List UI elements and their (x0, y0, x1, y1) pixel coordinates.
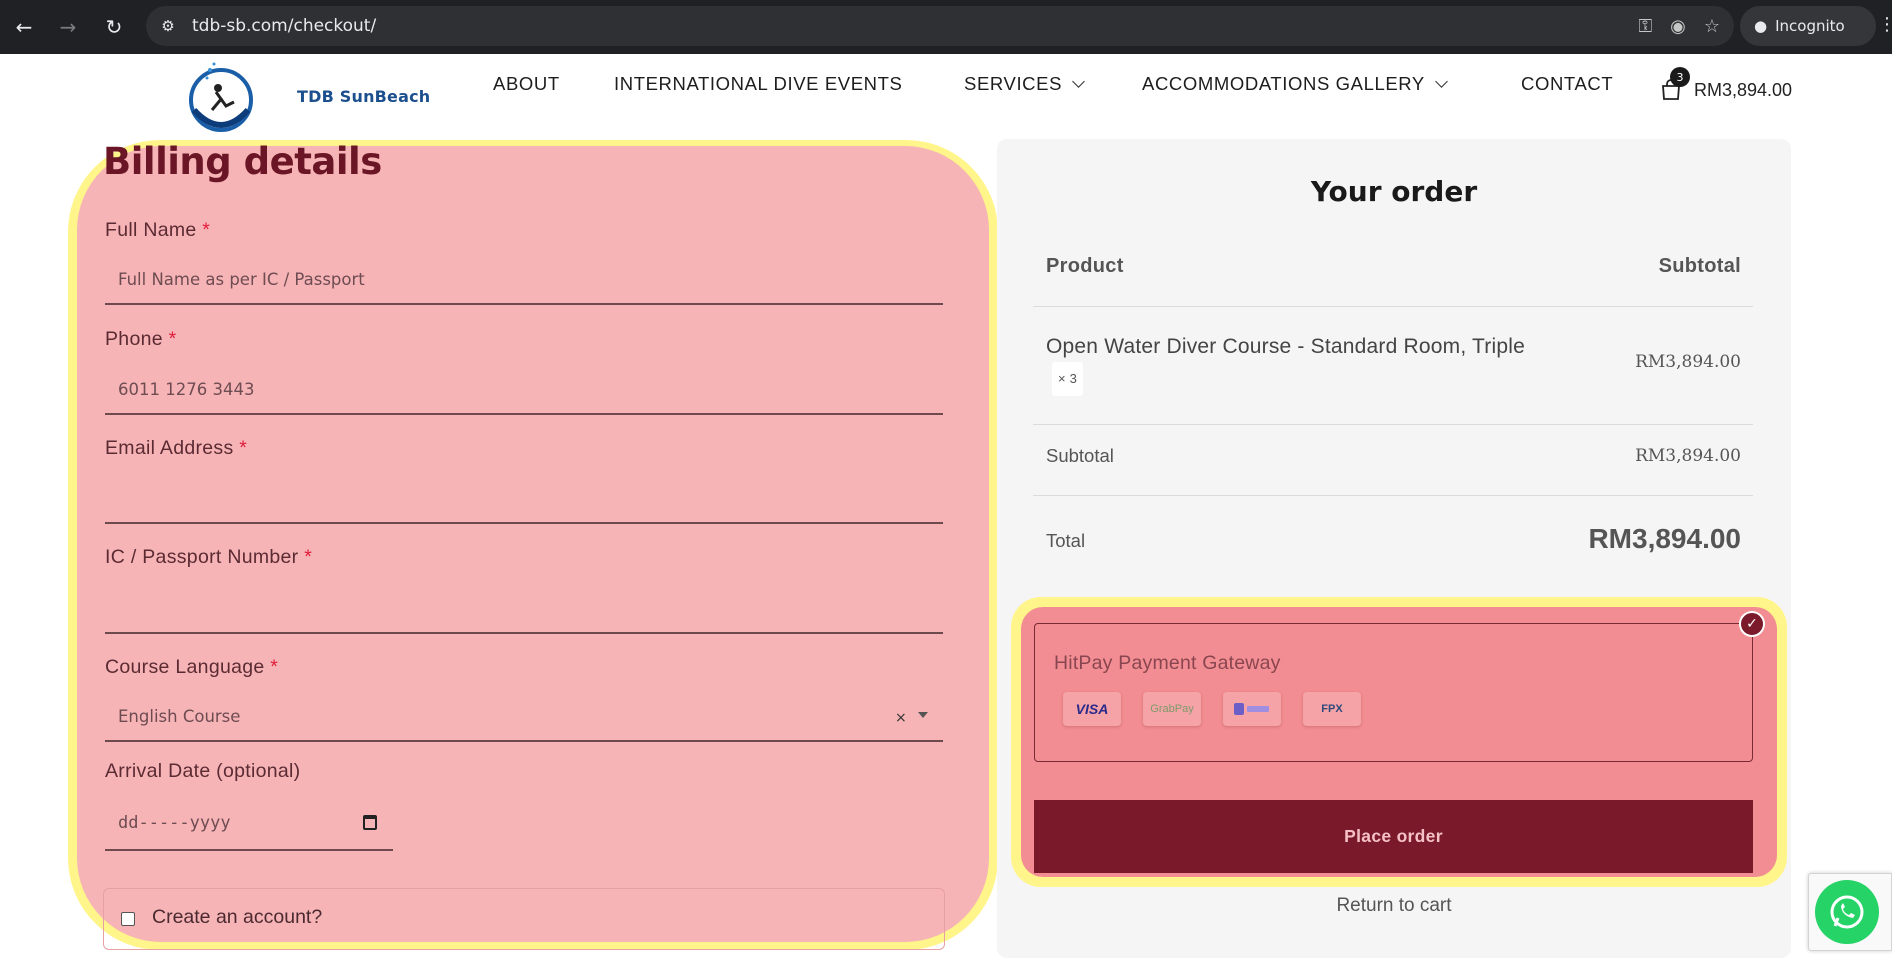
menu-item-services[interactable]: SERVICES (964, 73, 1085, 95)
menu-label: ACCOMMODATIONS GALLERY (1142, 73, 1425, 94)
subtotal-label: Subtotal (1046, 445, 1114, 466)
email-underline (105, 522, 943, 524)
order-title: Your order (1310, 175, 1478, 208)
col-subtotal: Subtotal (1658, 255, 1741, 277)
bookmark-star-icon[interactable]: ☆ (1704, 16, 1720, 37)
site-header: TDB SunBeach ABOUT INTERNATIONAL DIVE EV… (0, 54, 1892, 138)
gateway-name[interactable]: HitPay Payment Gateway (1054, 652, 1281, 675)
chevron-down-icon (1072, 74, 1085, 88)
arrival-date-underline (105, 849, 393, 851)
password-key-icon[interactable]: ⚿ (1638, 16, 1652, 37)
subtotal-value: RM3,894.00 (1635, 446, 1741, 466)
label-text: Email Address (105, 437, 234, 459)
phone-underline (105, 413, 943, 415)
ic-passport-input[interactable] (118, 597, 938, 627)
arrival-date-label: Arrival Date (optional) (105, 760, 301, 782)
divider (1033, 424, 1753, 425)
required-mark: * (239, 437, 248, 459)
header-cart[interactable]: 3 RM3,894.00 (1660, 67, 1793, 101)
url-text[interactable]: tdb-sb.com/checkout/ (192, 16, 376, 36)
arrival-date-input[interactable]: dd-----yyyy (118, 813, 231, 833)
visa-logo: VISA (1063, 692, 1121, 726)
required-mark: * (304, 546, 313, 568)
whatsapp-icon[interactable] (1815, 880, 1879, 944)
tracking-protection-icon[interactable]: ◉ (1670, 16, 1686, 37)
back-icon[interactable]: ← (6, 9, 42, 45)
full-name-underline (105, 303, 943, 305)
selected-check-icon: ✓ (1739, 611, 1765, 637)
hitpay-gateway-option[interactable] (1034, 623, 1753, 762)
forward-icon[interactable]: → (50, 9, 86, 45)
ic-passport-label: IC / Passport Number * (105, 546, 312, 569)
label-text: Phone (105, 328, 163, 350)
course-language-underline (105, 740, 943, 742)
shopping-bag-icon: 3 (1660, 67, 1690, 101)
chevron-down-icon (1435, 74, 1448, 88)
full-name-label: Full Name * (105, 219, 210, 242)
browser-toolbar: ← → ↻ ⚙ tdb-sb.com/checkout/ ⚿ ◉ ☆ ● Inc… (0, 0, 1892, 54)
billing-title: Billing details (103, 140, 382, 183)
total-label: Total (1046, 530, 1086, 551)
cart-total: RM3,894.00 (1694, 79, 1793, 100)
menu-item-dive-events[interactable]: INTERNATIONAL DIVE EVENTS (614, 73, 902, 95)
item-quantity: × 3 (1052, 362, 1084, 396)
incognito-label: Incognito (1775, 17, 1845, 35)
course-language-select[interactable]: English Course (118, 707, 240, 726)
reload-icon[interactable]: ↻ (96, 9, 132, 45)
email-input[interactable] (118, 488, 938, 518)
calendar-icon[interactable] (363, 815, 377, 830)
menu-label: ABOUT (493, 73, 560, 94)
email-label: Email Address * (105, 437, 247, 460)
total-value: RM3,894.00 (1588, 523, 1741, 554)
item-name-text: Open Water Diver Course - Standard Room,… (1046, 335, 1525, 358)
menu-item-about[interactable]: ABOUT (493, 73, 560, 95)
create-account-checkbox[interactable] (121, 912, 135, 926)
menu-label: INTERNATIONAL DIVE EVENTS (614, 73, 903, 94)
full-name-input[interactable]: Full Name as per IC / Passport (118, 270, 365, 289)
label-text: IC / Passport Number (105, 546, 299, 568)
menu-label: CONTACT (1521, 73, 1614, 94)
phone-label: Phone * (105, 328, 177, 351)
order-item-amount: RM3,894.00 (1635, 352, 1741, 372)
label-text: Course Language (105, 656, 265, 678)
divider (1033, 306, 1753, 307)
brand-name[interactable]: TDB SunBeach (297, 87, 430, 106)
dropdown-arrow-icon[interactable] (918, 712, 928, 718)
phone-input[interactable]: 6011 1276 3443 (118, 380, 254, 399)
required-mark: * (202, 219, 211, 241)
fpx-logo: FPX (1303, 692, 1361, 726)
place-order-button[interactable]: Place order (1034, 800, 1753, 873)
required-mark: * (168, 328, 177, 350)
shopeepay-logo (1223, 692, 1281, 726)
cart-count-badge: 3 (1670, 67, 1690, 87)
clear-selection-icon[interactable]: × (895, 710, 907, 726)
incognito-icon: ● (1754, 17, 1768, 35)
incognito-indicator[interactable]: ● Incognito (1740, 6, 1876, 46)
browser-menu-icon[interactable]: ⋮ (1878, 14, 1892, 35)
address-bar[interactable]: ⚙ tdb-sb.com/checkout/ ⚿ ◉ ☆ (146, 6, 1734, 46)
required-mark: * (270, 656, 279, 678)
create-account-label[interactable]: Create an account? (152, 906, 322, 929)
divider (1033, 495, 1753, 496)
ic-passport-underline (105, 632, 943, 634)
menu-item-contact[interactable]: CONTACT (1521, 73, 1613, 95)
course-language-label: Course Language * (105, 656, 278, 679)
return-to-cart-link[interactable]: Return to cart (997, 895, 1791, 917)
menu-label: SERVICES (964, 73, 1063, 94)
col-product: Product (1046, 255, 1124, 277)
site-info-icon[interactable]: ⚙ (148, 6, 188, 46)
label-text: Full Name (105, 219, 197, 241)
site-logo[interactable] (182, 58, 260, 136)
menu-item-accommodations[interactable]: ACCOMMODATIONS GALLERY (1142, 73, 1448, 95)
order-item-name: Open Water Diver Course - Standard Room,… (1046, 332, 1546, 396)
grabpay-logo: GrabPay (1143, 692, 1201, 726)
